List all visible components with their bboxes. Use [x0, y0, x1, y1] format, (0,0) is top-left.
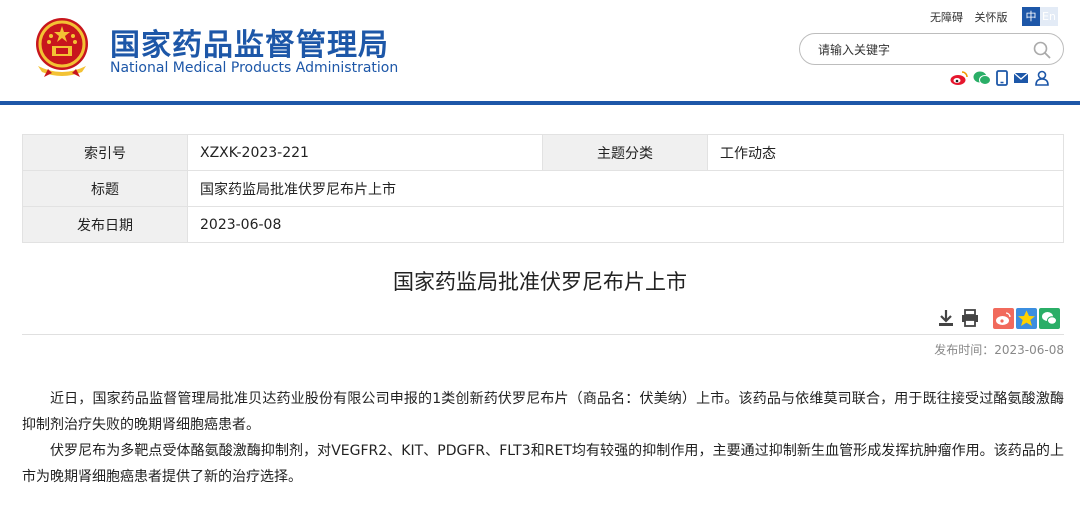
article-tools — [936, 308, 980, 328]
qzone-share-icon[interactable] — [1016, 308, 1037, 329]
national-emblem-logo[interactable] — [30, 14, 94, 78]
index-label: 索引号 — [22, 134, 188, 171]
lang-en-button[interactable]: En — [1040, 7, 1058, 26]
social-icons — [950, 70, 1050, 86]
publish-time: 发布时间：2023-06-08 — [934, 343, 1064, 357]
article-title: 国家药监局批准伏罗尼布片上市 — [393, 270, 687, 294]
category-label: 主题分类 — [542, 134, 708, 171]
search-input[interactable] — [816, 40, 1030, 60]
article-body: 近日，国家药品监督管理局批准贝达药业股份有限公司申报的1类创新药伏罗尼布片（商品… — [22, 386, 1064, 490]
article-divider — [22, 334, 1064, 335]
article-paragraph: 近日，国家药品监督管理局批准贝达药业股份有限公司申报的1类创新药伏罗尼布片（商品… — [22, 391, 1064, 433]
search-box — [799, 33, 1064, 65]
language-switch: 中 En — [1022, 7, 1058, 26]
date-value: 2023-06-08 — [187, 206, 1064, 243]
care-version-link[interactable]: 关怀版 — [975, 11, 1008, 24]
mobile-icon[interactable] — [996, 70, 1008, 86]
weibo-share-icon[interactable] — [993, 308, 1014, 329]
mail-icon[interactable] — [1013, 70, 1029, 86]
index-value: XZXK-2023-221 — [187, 134, 543, 171]
document-info-table: 索引号 XZXK-2023-221 主题分类 工作动态 标题 国家药监局批准伏罗… — [22, 134, 1064, 243]
accessibility-link[interactable]: 无障碍 — [930, 11, 963, 24]
user-icon[interactable] — [1034, 70, 1050, 86]
title-label: 标题 — [22, 170, 188, 207]
wechat-share-icon[interactable] — [1039, 308, 1060, 329]
category-value: 工作动态 — [707, 134, 1064, 171]
article-paragraph: 伏罗尼布为多靶点受体酪氨酸激酶抑制剂，对VEGFR2、KIT、PDGFR、FLT… — [22, 443, 1064, 485]
table-row: 发布日期 2023-06-08 — [22, 206, 1064, 243]
search-icon[interactable] — [1033, 41, 1051, 59]
download-icon[interactable] — [936, 308, 956, 328]
share-icons — [993, 308, 1060, 329]
site-name-cn: 国家药品监督管理局 — [110, 28, 389, 63]
print-icon[interactable] — [960, 308, 980, 328]
site-header: 国家药品监督管理局 National Medical Products Admi… — [0, 0, 1080, 104]
title-value: 国家药监局批准伏罗尼布片上市 — [187, 170, 1064, 207]
site-name-en: National Medical Products Administration — [110, 60, 399, 76]
header-divider — [0, 101, 1080, 105]
wechat-icon[interactable] — [973, 70, 991, 86]
lang-zh-button[interactable]: 中 — [1022, 7, 1040, 26]
weibo-icon[interactable] — [950, 70, 968, 86]
table-row: 索引号 XZXK-2023-221 主题分类 工作动态 — [22, 134, 1064, 171]
date-label: 发布日期 — [22, 206, 188, 243]
table-row: 标题 国家药监局批准伏罗尼布片上市 — [22, 170, 1064, 207]
